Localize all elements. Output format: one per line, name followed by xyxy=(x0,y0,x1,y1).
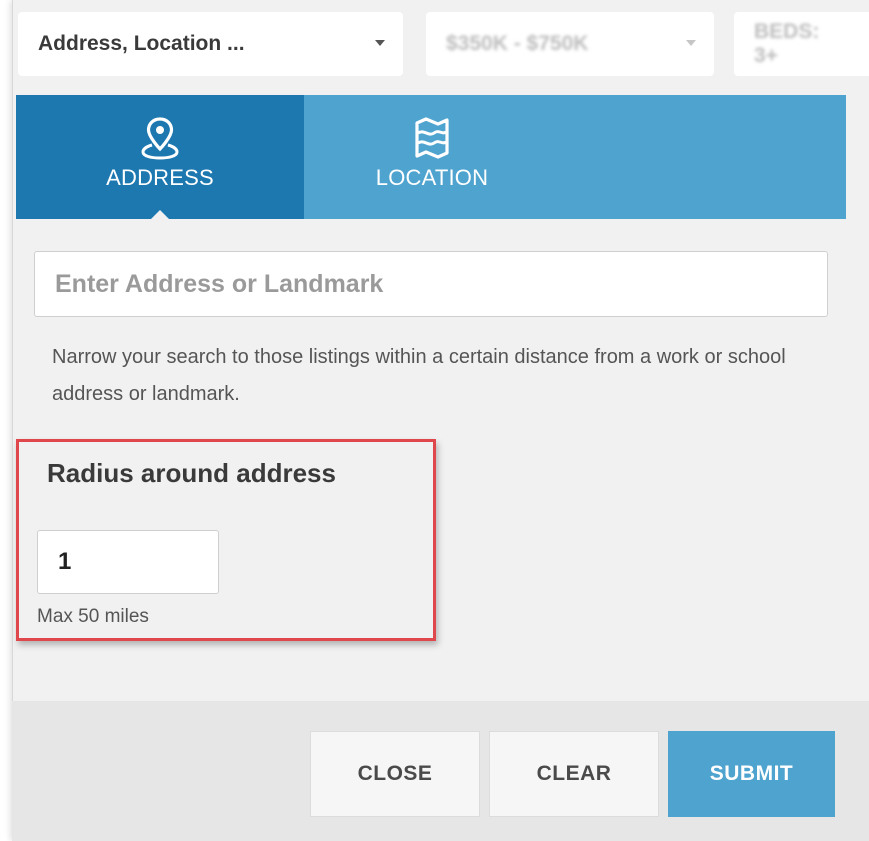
tab-location-label: LOCATION xyxy=(375,165,489,190)
radius-input[interactable] xyxy=(37,530,219,594)
beds-filter-dropdown[interactable]: BEDS: 3+ xyxy=(734,12,869,76)
address-search-input[interactable] xyxy=(34,251,828,317)
chevron-down-icon xyxy=(686,40,696,46)
map-pin-icon xyxy=(141,117,179,160)
search-mode-tabs: ADDRESS LOCATION xyxy=(16,95,846,220)
beds-filter-label: BEDS: 3+ xyxy=(754,20,820,67)
address-search-panel: ADDRESS LOCATION Narrow your search to t… xyxy=(16,95,846,701)
chevron-down-icon xyxy=(375,40,385,46)
location-filter-dropdown[interactable]: Address, Location ... xyxy=(18,12,403,76)
map-icon xyxy=(415,117,449,159)
submit-button[interactable]: SUBMIT xyxy=(668,731,835,817)
panel-footer: CLOSE CLEAR SUBMIT xyxy=(12,701,869,841)
close-button[interactable]: CLOSE xyxy=(310,731,480,817)
radius-section: Radius around address Max 50 miles xyxy=(16,439,436,641)
radius-title: Radius around address xyxy=(47,458,336,488)
clear-button[interactable]: CLEAR xyxy=(489,731,659,817)
radius-max-note: Max 50 miles xyxy=(37,606,149,627)
tab-location[interactable]: LOCATION xyxy=(304,95,560,219)
address-help-text: Narrow your search to those listings wit… xyxy=(52,346,786,405)
price-filter-dropdown[interactable]: $350K - $750K xyxy=(426,12,714,76)
active-tab-pointer xyxy=(150,210,170,220)
tab-address[interactable]: ADDRESS xyxy=(16,95,304,220)
price-filter-label: $350K - $750K xyxy=(446,32,589,55)
tab-address-label: ADDRESS xyxy=(106,165,214,190)
location-filter-label: Address, Location ... xyxy=(38,32,245,55)
